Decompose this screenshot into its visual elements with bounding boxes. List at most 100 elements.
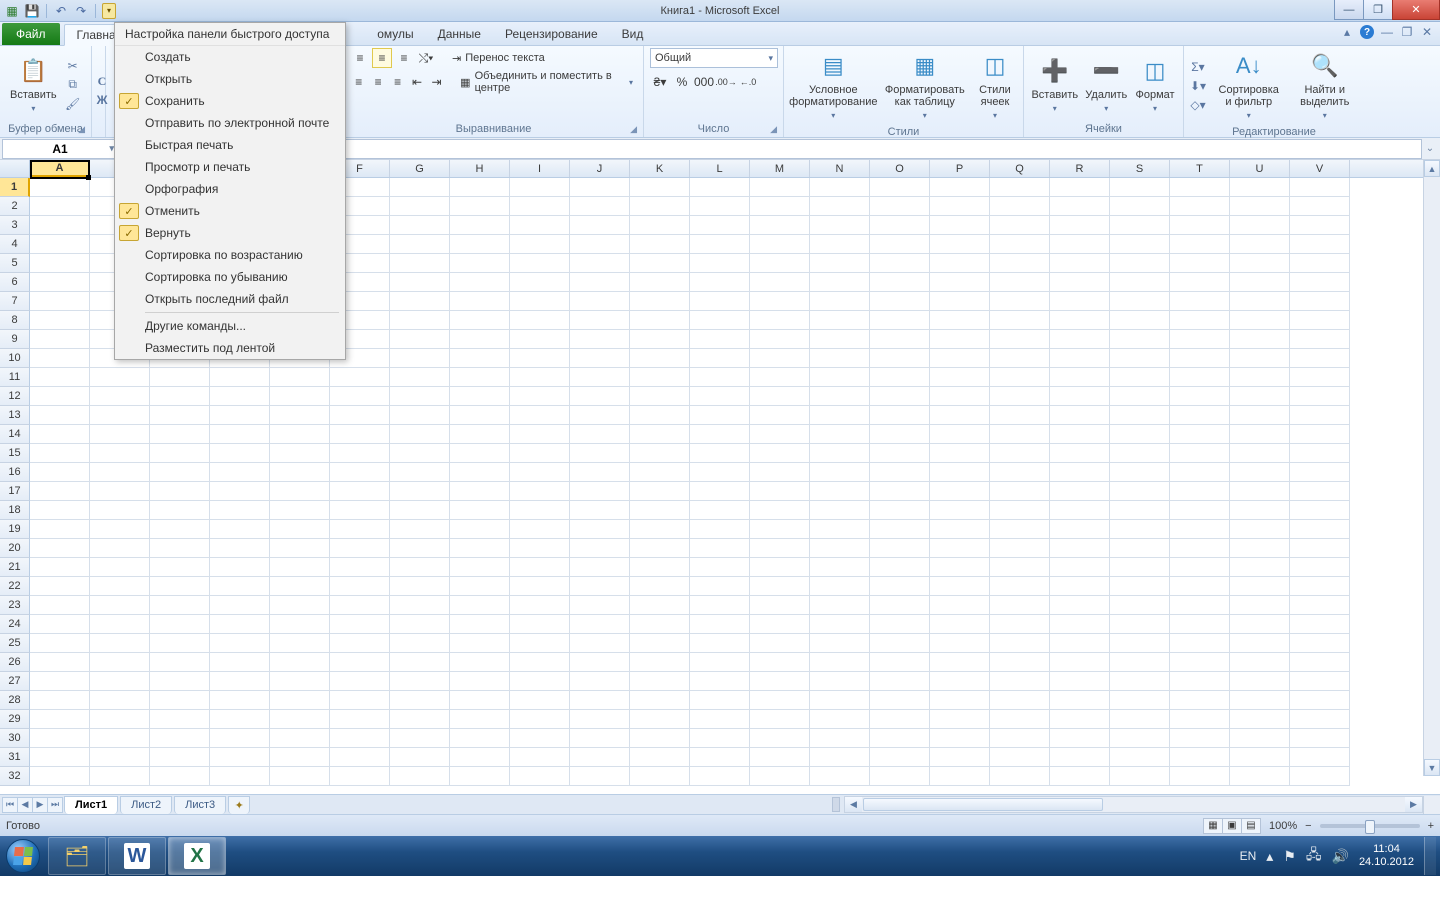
cell[interactable] xyxy=(270,729,330,748)
cell[interactable] xyxy=(990,197,1050,216)
cell[interactable] xyxy=(90,520,150,539)
cell[interactable] xyxy=(510,729,570,748)
row-header[interactable]: 25 xyxy=(0,634,30,653)
cell[interactable] xyxy=(630,349,690,368)
cell[interactable] xyxy=(510,653,570,672)
cell[interactable] xyxy=(450,558,510,577)
cell[interactable] xyxy=(750,748,810,767)
cell[interactable] xyxy=(1290,710,1350,729)
cell[interactable] xyxy=(570,672,630,691)
cell[interactable] xyxy=(1290,368,1350,387)
cell[interactable] xyxy=(690,463,750,482)
cell[interactable] xyxy=(630,482,690,501)
cell[interactable] xyxy=(630,197,690,216)
cell[interactable] xyxy=(390,634,450,653)
cell[interactable] xyxy=(90,577,150,596)
cell[interactable] xyxy=(210,615,270,634)
cell[interactable] xyxy=(990,292,1050,311)
cell[interactable] xyxy=(990,444,1050,463)
cell[interactable] xyxy=(870,710,930,729)
cell[interactable] xyxy=(870,558,930,577)
cell[interactable] xyxy=(810,368,870,387)
delete-cells-button[interactable]: ➖Удалить▾ xyxy=(1084,53,1129,117)
qat-menu-item[interactable]: Открыть xyxy=(115,68,345,90)
cell[interactable] xyxy=(1170,368,1230,387)
cell[interactable] xyxy=(510,311,570,330)
cell[interactable] xyxy=(1230,254,1290,273)
qat-menu-item[interactable]: Создать xyxy=(115,46,345,68)
cell[interactable] xyxy=(1230,672,1290,691)
cell[interactable] xyxy=(1050,653,1110,672)
cell[interactable] xyxy=(450,729,510,748)
cell[interactable] xyxy=(30,596,90,615)
close-button[interactable]: ✕ xyxy=(1392,0,1440,20)
cell[interactable] xyxy=(1110,216,1170,235)
cell[interactable] xyxy=(210,558,270,577)
cell[interactable] xyxy=(810,615,870,634)
column-header[interactable]: T xyxy=(1170,160,1230,177)
cell[interactable] xyxy=(990,558,1050,577)
row-header[interactable]: 7 xyxy=(0,292,30,311)
column-header[interactable]: O xyxy=(870,160,930,177)
cell[interactable] xyxy=(810,520,870,539)
cell[interactable] xyxy=(30,691,90,710)
cell[interactable] xyxy=(390,311,450,330)
cell[interactable] xyxy=(30,767,90,786)
tab-view[interactable]: Вид xyxy=(610,23,656,45)
cell[interactable] xyxy=(450,178,510,197)
cell[interactable] xyxy=(630,615,690,634)
cell[interactable] xyxy=(1050,596,1110,615)
cell[interactable] xyxy=(150,672,210,691)
cell[interactable] xyxy=(750,501,810,520)
cell[interactable] xyxy=(570,273,630,292)
cell[interactable] xyxy=(570,539,630,558)
cell[interactable] xyxy=(390,748,450,767)
cell[interactable] xyxy=(870,634,930,653)
sheet-nav-prev-icon[interactable]: ◀ xyxy=(17,797,33,813)
cell[interactable] xyxy=(630,729,690,748)
row-header[interactable]: 3 xyxy=(0,216,30,235)
lang-indicator[interactable]: EN xyxy=(1240,849,1257,863)
row-header[interactable]: 30 xyxy=(0,729,30,748)
cell[interactable] xyxy=(870,653,930,672)
sheet-nav-last-icon[interactable]: ⏭ xyxy=(47,797,63,813)
cell[interactable] xyxy=(1170,406,1230,425)
tab-formulas-partial[interactable]: омулы xyxy=(365,23,425,45)
cell[interactable] xyxy=(1110,748,1170,767)
cell[interactable] xyxy=(570,558,630,577)
cell[interactable] xyxy=(1230,596,1290,615)
cell[interactable] xyxy=(1050,425,1110,444)
cell[interactable] xyxy=(570,444,630,463)
cell[interactable] xyxy=(90,691,150,710)
cell[interactable] xyxy=(390,520,450,539)
cell[interactable] xyxy=(90,425,150,444)
qat-menu-item[interactable]: Отправить по электронной почте xyxy=(115,112,345,134)
show-desktop-button[interactable] xyxy=(1424,837,1436,875)
cell[interactable] xyxy=(330,463,390,482)
cell[interactable] xyxy=(870,577,930,596)
cell[interactable] xyxy=(630,577,690,596)
cell[interactable] xyxy=(330,368,390,387)
cell[interactable] xyxy=(930,653,990,672)
cell[interactable] xyxy=(870,672,930,691)
cell[interactable] xyxy=(1050,482,1110,501)
cell[interactable] xyxy=(510,596,570,615)
cell[interactable] xyxy=(690,748,750,767)
cell[interactable] xyxy=(1290,330,1350,349)
cell[interactable] xyxy=(1230,406,1290,425)
cell[interactable] xyxy=(810,558,870,577)
cell[interactable] xyxy=(1110,615,1170,634)
cell[interactable] xyxy=(570,520,630,539)
cell[interactable] xyxy=(270,501,330,520)
sheet-tab[interactable]: Лист2 xyxy=(120,796,172,814)
cell[interactable] xyxy=(690,615,750,634)
sort-filter-button[interactable]: A↓Сортировка и фильтр▾ xyxy=(1210,48,1287,124)
dialog-launcher-icon[interactable]: ◢ xyxy=(78,124,85,135)
align-middle-icon[interactable]: ≡ xyxy=(372,48,392,68)
cell[interactable] xyxy=(810,311,870,330)
autosum-icon[interactable]: Σ▾ xyxy=(1190,59,1206,75)
scroll-left-icon[interactable]: ◀ xyxy=(845,797,862,812)
cell[interactable] xyxy=(690,767,750,786)
cell[interactable] xyxy=(330,558,390,577)
cell[interactable] xyxy=(810,482,870,501)
